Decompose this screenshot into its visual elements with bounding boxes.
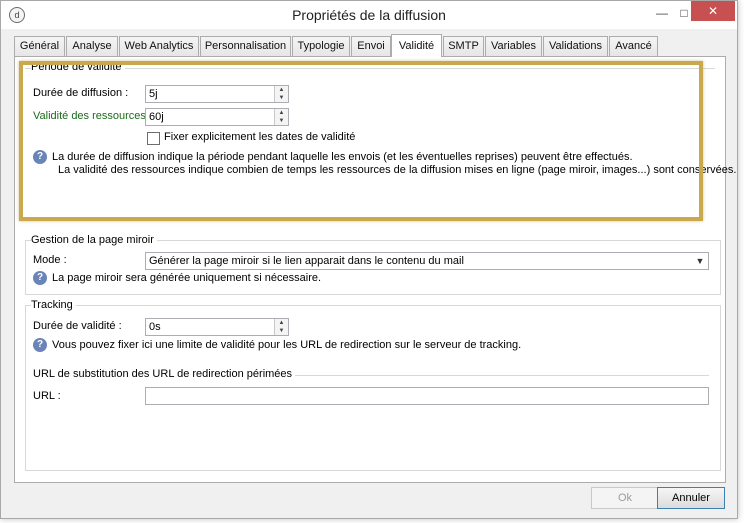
mode-select[interactable]: Générer la page miroir si le lien appara… (145, 252, 709, 270)
chevron-down-icon[interactable]: ▼ (694, 255, 706, 267)
mirror-help: La page miroir sera générée uniquement s… (52, 272, 322, 284)
help-icon: ? (33, 338, 47, 352)
tab-typologie[interactable]: Typologie (292, 36, 350, 56)
tracking-validity-spinner[interactable]: ▲ ▼ (274, 319, 288, 335)
dialog-window: d Propriétés de la diffusion — □ ✕ Génér… (0, 0, 738, 519)
tracking-validity-label: Durée de validité : (33, 320, 122, 332)
tab-analyse[interactable]: Analyse (66, 36, 118, 56)
tab-variables[interactable]: Variables (485, 36, 542, 56)
tracking-validity-field[interactable]: 0s ▲ ▼ (145, 318, 289, 336)
cancel-button[interactable]: Annuler (657, 487, 725, 509)
tab-validations[interactable]: Validations (543, 36, 608, 56)
url-label: URL : (33, 390, 61, 402)
ok-button[interactable]: Ok (591, 487, 659, 509)
tab-general[interactable]: Général (14, 36, 65, 56)
tab-smtp[interactable]: SMTP (443, 36, 484, 56)
tracking-section-title: Tracking (31, 299, 76, 311)
tab-personnalisation[interactable]: Personnalisation (200, 36, 291, 56)
tab-envoi[interactable]: Envoi (351, 36, 391, 56)
url-section-title: URL de substitution des URL de redirecti… (33, 368, 296, 380)
tracking-validity-value: 0s (149, 321, 161, 333)
tab-web-analytics[interactable]: Web Analytics (119, 36, 199, 56)
window-title: Propriétés de la diffusion (292, 7, 446, 23)
tracking-help: Vous pouvez fixer ici une limite de vali… (52, 339, 522, 351)
help-icon: ? (33, 271, 47, 285)
mirror-section-title: Gestion de la page miroir (31, 234, 157, 246)
title-bar: d Propriétés de la diffusion — □ ✕ (1, 1, 737, 29)
mode-value: Générer la page miroir si le lien appara… (149, 255, 464, 267)
close-icon[interactable]: ✕ (691, 1, 735, 21)
mode-label: Mode : (33, 254, 67, 266)
url-input[interactable] (145, 387, 709, 405)
highlight-frame (19, 61, 703, 221)
tab-validite[interactable]: Validité (391, 34, 442, 57)
minimize-icon[interactable]: — (651, 4, 673, 22)
tab-avance[interactable]: Avancé (609, 36, 658, 56)
